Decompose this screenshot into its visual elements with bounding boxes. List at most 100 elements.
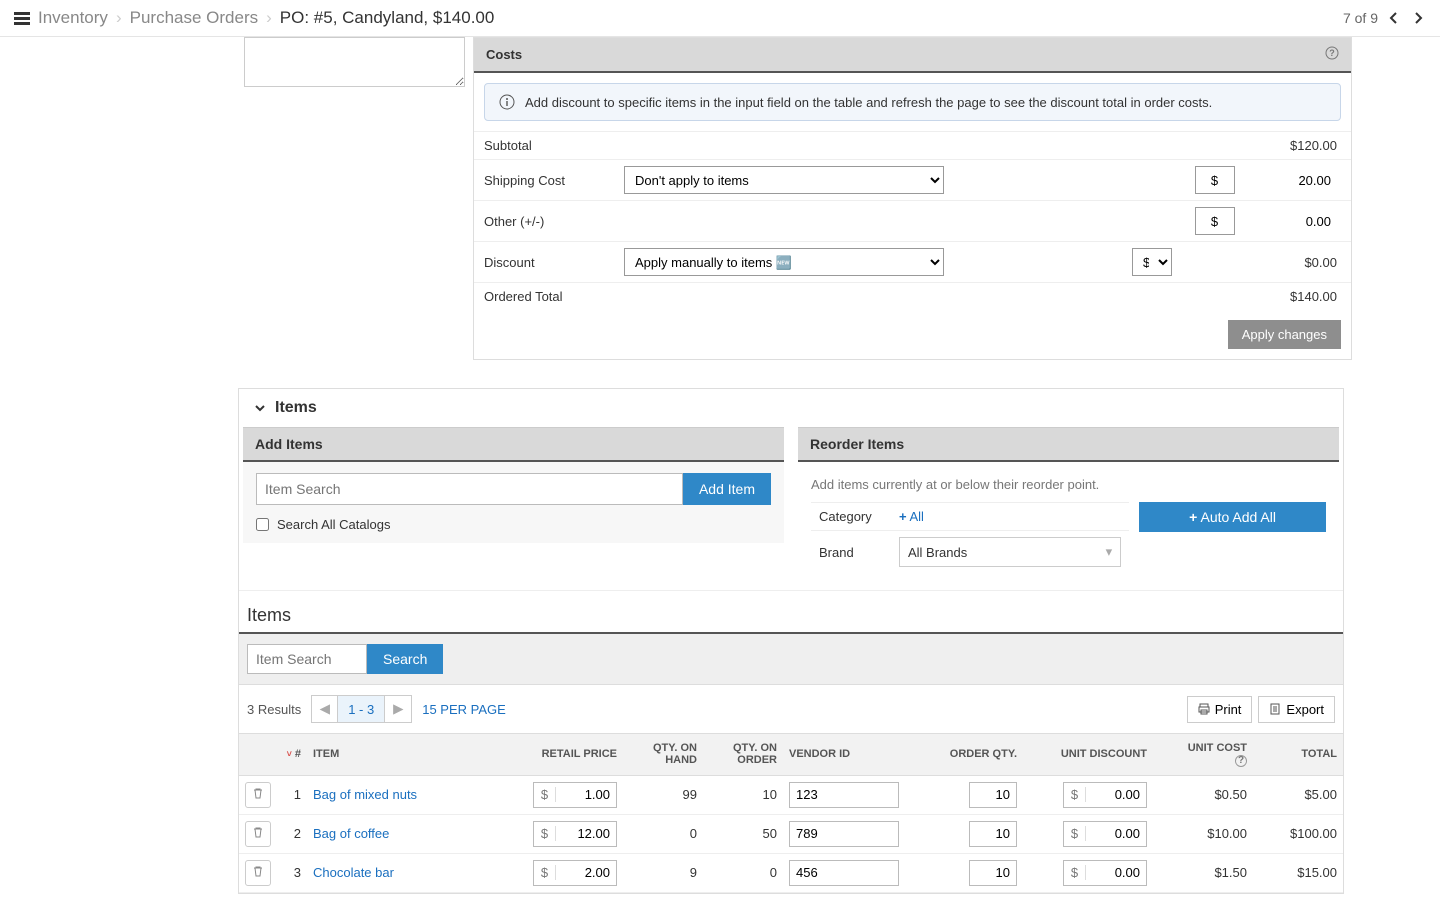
col-unitcost[interactable]: UNIT COST? bbox=[1153, 734, 1253, 776]
pager-next-button[interactable]: ▶ bbox=[385, 696, 411, 722]
shipping-label: Shipping Cost bbox=[474, 160, 614, 201]
retail-price-input[interactable]: $ bbox=[533, 860, 617, 886]
col-num[interactable]: ˅# bbox=[277, 734, 307, 776]
items-search-button[interactable]: Search bbox=[367, 644, 443, 674]
breadcrumb-l1[interactable]: Inventory bbox=[38, 8, 108, 28]
other-label: Other (+/-) bbox=[474, 201, 614, 242]
col-total[interactable]: TOTAL bbox=[1253, 734, 1343, 776]
unit-discount-input[interactable]: $ bbox=[1063, 860, 1147, 886]
items-toggle[interactable]: Items bbox=[239, 389, 1343, 427]
unit-discount-input[interactable]: $ bbox=[1063, 821, 1147, 847]
print-button[interactable]: Print bbox=[1187, 696, 1253, 723]
row-total: $100.00 bbox=[1253, 814, 1343, 853]
items-search-input[interactable] bbox=[247, 644, 367, 674]
brand-value: All Brands bbox=[908, 545, 967, 560]
results-bar: 3 Results ◀ 1 - 3 ▶ 15 PER PAGE Print bbox=[239, 685, 1343, 733]
discount-unit-select[interactable]: $ bbox=[1132, 248, 1172, 276]
chevron-right-icon: › bbox=[266, 8, 272, 28]
add-item-button[interactable]: Add Item bbox=[683, 473, 771, 505]
unit-discount-input[interactable]: $ bbox=[1063, 782, 1147, 808]
chevron-right-icon: › bbox=[116, 8, 122, 28]
col-retail[interactable]: RETAIL PRICE bbox=[527, 734, 623, 776]
note-textarea[interactable] bbox=[244, 37, 465, 87]
costs-header: Costs ? bbox=[474, 38, 1351, 73]
search-all-catalogs-label[interactable]: Search All Catalogs bbox=[256, 517, 771, 532]
items-toolbar: Search bbox=[239, 632, 1343, 685]
col-orderqty[interactable]: ORDER QTY. bbox=[913, 734, 1023, 776]
item-link[interactable]: Chocolate bar bbox=[313, 865, 394, 880]
chevron-down-icon bbox=[253, 401, 267, 415]
col-vendor[interactable]: VENDOR ID bbox=[783, 734, 913, 776]
items-header-label: Items bbox=[275, 399, 317, 417]
qty-onhand: 0 bbox=[623, 814, 703, 853]
pager-position: 7 of 9 bbox=[1343, 10, 1378, 26]
qty-onhand: 9 bbox=[623, 853, 703, 892]
vendor-id-input[interactable] bbox=[789, 782, 899, 808]
trash-icon bbox=[252, 787, 264, 799]
search-all-catalogs-checkbox[interactable] bbox=[256, 518, 269, 531]
brand-label: Brand bbox=[811, 531, 891, 574]
other-currency-input[interactable] bbox=[1195, 207, 1235, 235]
unit-cost: $0.50 bbox=[1153, 775, 1253, 814]
reorder-help-text: Add items currently at or below their re… bbox=[811, 473, 1326, 502]
info-text: Add discount to specific items in the in… bbox=[525, 95, 1212, 110]
category-all-link[interactable]: + All bbox=[899, 509, 924, 524]
chevron-left-icon[interactable] bbox=[1386, 10, 1402, 26]
help-icon[interactable]: ? bbox=[1325, 46, 1339, 63]
order-qty-input[interactable] bbox=[969, 860, 1017, 886]
vendor-id-input[interactable] bbox=[789, 821, 899, 847]
chevron-down-icon: ▾ bbox=[1106, 544, 1113, 560]
qty-onorder: 10 bbox=[703, 775, 783, 814]
chevron-right-icon[interactable] bbox=[1410, 10, 1426, 26]
retail-price-input[interactable]: $ bbox=[533, 821, 617, 847]
reorder-items-panel: Reorder Items Add items currently at or … bbox=[798, 427, 1339, 584]
results-count: 3 Results bbox=[247, 702, 301, 717]
delete-row-button[interactable] bbox=[245, 782, 271, 808]
col-discount[interactable]: UNIT DISCOUNT bbox=[1023, 734, 1153, 776]
results-pager: ◀ 1 - 3 ▶ bbox=[311, 695, 412, 723]
brand-select[interactable]: All Brands ▾ bbox=[899, 537, 1121, 567]
retail-price-input[interactable]: $ bbox=[533, 782, 617, 808]
per-page-link[interactable]: 15 PER PAGE bbox=[422, 702, 506, 717]
costs-panel: Costs ? Add discount to specific items i… bbox=[473, 37, 1352, 360]
col-onhand[interactable]: QTY. ON HAND bbox=[623, 734, 703, 776]
shipping-apply-select[interactable]: Don't apply to items bbox=[624, 166, 944, 194]
total-value: $140.00 bbox=[1247, 283, 1351, 311]
delete-row-button[interactable] bbox=[245, 821, 271, 847]
col-onorder[interactable]: QTY. ON ORDER bbox=[703, 734, 783, 776]
category-label: Category bbox=[811, 503, 891, 531]
shipping-currency-input[interactable] bbox=[1195, 166, 1235, 194]
shipping-value-input[interactable] bbox=[1257, 166, 1337, 194]
delete-row-button[interactable] bbox=[245, 860, 271, 886]
row-total: $15.00 bbox=[1253, 853, 1343, 892]
pager-prev-button[interactable]: ◀ bbox=[312, 696, 338, 722]
col-item[interactable]: ITEM bbox=[307, 734, 527, 776]
order-qty-input[interactable] bbox=[969, 782, 1017, 808]
print-icon bbox=[1198, 703, 1210, 715]
add-items-panel: Add Items Add Item Search All Catalogs bbox=[243, 427, 784, 584]
subtotal-value: $120.00 bbox=[1247, 132, 1351, 160]
row-num: 3 bbox=[277, 853, 307, 892]
other-value-input[interactable] bbox=[1257, 207, 1337, 235]
item-link[interactable]: Bag of mixed nuts bbox=[313, 787, 417, 802]
pager-range[interactable]: 1 - 3 bbox=[338, 696, 385, 722]
menu-icon[interactable] bbox=[14, 12, 30, 25]
costs-table: Subtotal $120.00 Shipping Cost Don't app… bbox=[474, 131, 1351, 310]
export-button[interactable]: Export bbox=[1258, 696, 1335, 723]
help-icon[interactable]: ? bbox=[1235, 755, 1247, 767]
discount-apply-select[interactable]: Apply manually to items 🆕 bbox=[624, 248, 944, 276]
row-num: 1 bbox=[277, 775, 307, 814]
auto-add-all-button[interactable]: + Auto Add All bbox=[1139, 502, 1326, 532]
order-qty-input[interactable] bbox=[969, 821, 1017, 847]
total-label: Ordered Total bbox=[474, 283, 614, 311]
breadcrumb-current: PO: #5, Candyland, $140.00 bbox=[280, 8, 495, 28]
add-item-search-input[interactable] bbox=[256, 473, 683, 505]
record-pager: 7 of 9 bbox=[1343, 10, 1426, 26]
export-icon bbox=[1269, 703, 1281, 715]
breadcrumb-l2[interactable]: Purchase Orders bbox=[130, 8, 259, 28]
vendor-id-input[interactable] bbox=[789, 860, 899, 886]
search-all-catalogs-text: Search All Catalogs bbox=[277, 517, 390, 532]
unit-cost: $1.50 bbox=[1153, 853, 1253, 892]
apply-changes-button[interactable]: Apply changes bbox=[1228, 320, 1341, 349]
trash-icon bbox=[252, 826, 264, 838]
